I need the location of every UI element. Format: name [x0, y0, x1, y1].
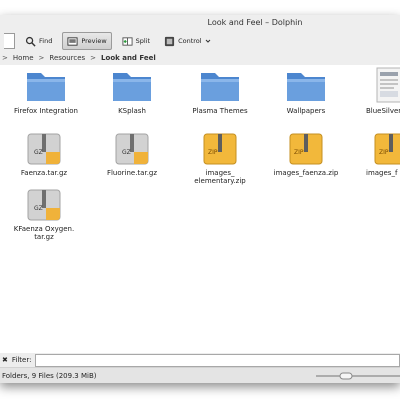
preview-icon: [67, 36, 78, 46]
file-name: images_ elementary.zip: [194, 169, 246, 185]
file-name: BlueSilver: [366, 107, 400, 115]
control-label: Control: [178, 37, 202, 45]
folder-item[interactable]: Firefox Integration: [4, 69, 88, 115]
zip-archive-icon: ZIP: [203, 133, 237, 165]
folder-icon: [27, 73, 65, 101]
breadcrumb-separator: >: [90, 54, 97, 62]
breadcrumb-separator: >: [38, 54, 45, 62]
zip-archive-icon: ZIP: [374, 133, 400, 165]
archive-item[interactable]: GZ Fluorine.tar.gz: [90, 133, 174, 177]
file-name: Fluorine.tar.gz: [106, 169, 158, 177]
close-filter-icon[interactable]: ✖: [2, 356, 8, 364]
gz-archive-icon: GZ: [27, 133, 61, 165]
zip-archive-icon: ZIP: [289, 133, 323, 165]
archive-item[interactable]: GZ KFaenza Oxygen. tar.gz: [2, 189, 86, 241]
file-name: Plasma Themes: [192, 107, 248, 115]
window-title: Look and Feel – Dolphin: [0, 15, 400, 31]
file-name: Wallpapers: [286, 107, 326, 115]
breadcrumb-separator: >: [2, 54, 8, 62]
zoom-slider[interactable]: [316, 372, 400, 380]
status-bar: Folders, 9 Files (209.3 MiB): [0, 367, 400, 383]
svg-text:GZ: GZ: [122, 149, 131, 156]
archive-item[interactable]: GZ Faenza.tar.gz: [2, 133, 86, 177]
breadcrumb-home[interactable]: Home: [13, 54, 34, 62]
preview-label: Preview: [81, 37, 107, 45]
folder-item[interactable]: KSplash: [90, 69, 174, 115]
split-label: Split: [135, 37, 151, 45]
svg-text:ZIP: ZIP: [379, 149, 389, 156]
image-file-icon: [376, 67, 400, 103]
folder-icon: [113, 73, 151, 101]
file-name: KSplash: [118, 107, 146, 115]
folder-item[interactable]: Wallpapers: [264, 69, 348, 115]
archive-item[interactable]: ZIP images_faenza.zip: [264, 133, 348, 177]
control-icon: [164, 36, 175, 46]
svg-text:GZ: GZ: [34, 205, 43, 212]
filter-label: Filter:: [11, 356, 32, 364]
split-icon: [122, 36, 133, 46]
chevron-down-icon: [205, 39, 210, 43]
find-button[interactable]: Find: [21, 33, 56, 49]
archive-item[interactable]: ZIP images_f: [352, 133, 400, 177]
folder-icon: [201, 73, 239, 101]
file-name: images_f: [366, 169, 398, 177]
breadcrumb-current[interactable]: Look and Feel: [101, 54, 156, 62]
gz-archive-icon: GZ: [115, 133, 149, 165]
filter-input[interactable]: [35, 353, 400, 367]
file-name: Faenza.tar.gz: [20, 169, 68, 177]
file-name: images_faenza.zip: [273, 169, 339, 177]
file-view[interactable]: Firefox Integration KSplash Plasma Theme…: [0, 65, 400, 353]
control-button[interactable]: Control: [160, 33, 215, 49]
file-name: Firefox Integration: [14, 107, 78, 115]
split-button[interactable]: Split: [118, 33, 154, 49]
folder-item[interactable]: Plasma Themes: [178, 69, 262, 115]
preview-button[interactable]: Preview: [62, 32, 112, 50]
filter-bar: ✖ Filter:: [0, 353, 400, 367]
search-icon: [25, 36, 36, 47]
archive-item[interactable]: ZIP images_ elementary.zip: [178, 133, 262, 185]
breadcrumb: > Home > Resources > Look and Feel: [0, 51, 400, 65]
find-label: Find: [39, 37, 53, 45]
zoom-slider-handle: [339, 372, 353, 380]
status-text: Folders, 9 Files (209.3 MiB): [2, 372, 97, 380]
breadcrumb-resources[interactable]: Resources: [49, 54, 85, 62]
svg-text:ZIP: ZIP: [294, 149, 304, 156]
svg-text:GZ: GZ: [34, 149, 43, 156]
file-name: KFaenza Oxygen. tar.gz: [13, 225, 75, 241]
svg-text:ZIP: ZIP: [208, 149, 218, 156]
folder-icon: [287, 73, 325, 101]
toolbar-field-edge: [4, 33, 15, 49]
toolbar: Find Preview Split Control: [0, 31, 400, 51]
image-item[interactable]: BlueSilver: [346, 67, 400, 115]
gz-archive-icon: GZ: [27, 189, 61, 221]
dolphin-window: Look and Feel – Dolphin Find Preview Spl: [0, 15, 400, 383]
